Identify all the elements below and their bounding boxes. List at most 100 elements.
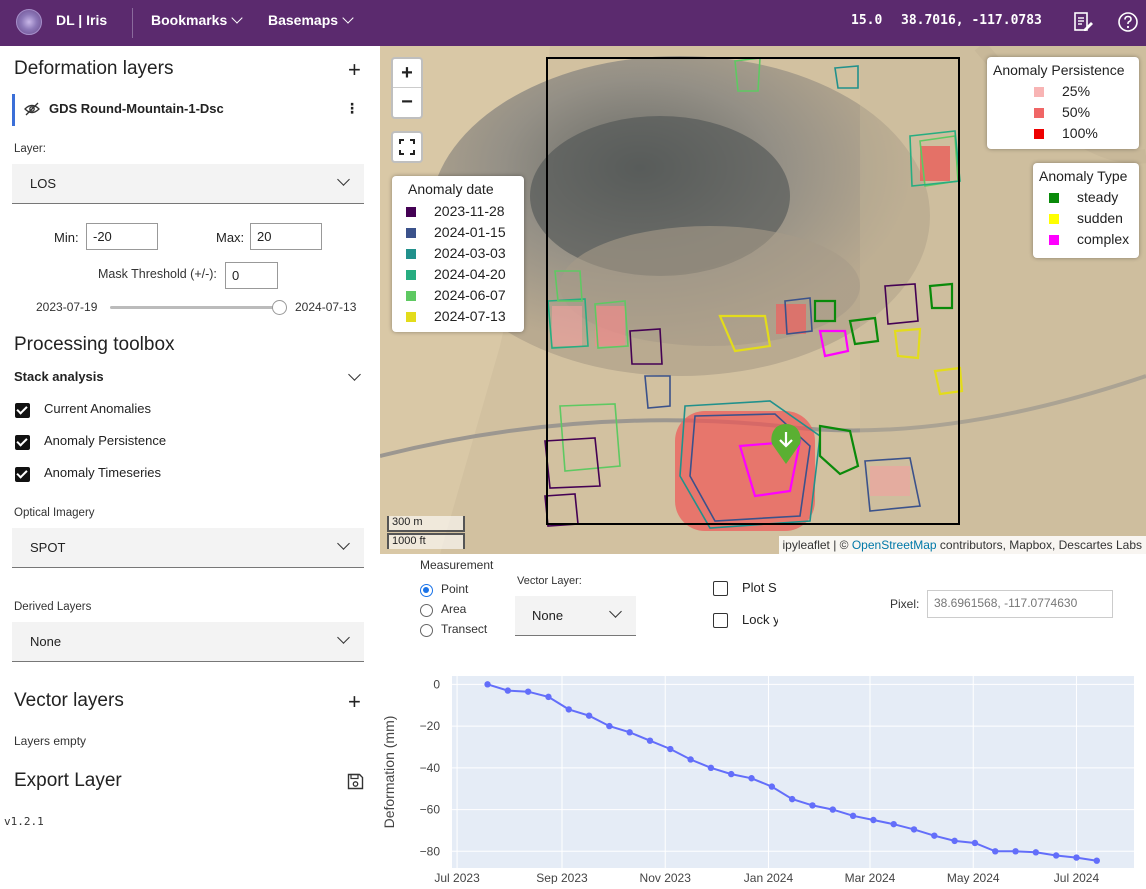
stack-analysis-label[interactable]: Stack analysis xyxy=(14,369,104,384)
data-point[interactable] xyxy=(1073,854,1080,861)
bookmarks-menu[interactable]: Bookmarks xyxy=(151,12,243,28)
app-logo xyxy=(16,9,42,35)
transect-radio[interactable] xyxy=(420,624,433,637)
map-view[interactable]: + − Anomaly date 2023-11-28 2024-01-15 2… xyxy=(380,46,1146,554)
vector-layer-select[interactable]: None xyxy=(515,596,636,636)
data-point[interactable] xyxy=(849,812,857,820)
plot-series-checkbox[interactable] xyxy=(713,581,728,596)
anomaly-persistence-checkbox[interactable] xyxy=(15,435,30,450)
basemaps-menu[interactable]: Basemaps xyxy=(268,12,354,28)
legend-entry: 25% xyxy=(1034,83,1090,99)
derived-layers-select[interactable]: None xyxy=(12,622,364,662)
fullscreen-button[interactable] xyxy=(391,131,423,163)
data-point[interactable] xyxy=(992,848,999,855)
pixel-coordinates-field[interactable]: 38.6961568, -117.0774630 xyxy=(927,590,1113,618)
legend-entry: 100% xyxy=(1034,125,1098,141)
zoom-in-button[interactable]: + xyxy=(393,59,421,88)
anomaly-timeseries-checkbox[interactable] xyxy=(15,467,30,482)
data-point[interactable] xyxy=(1052,852,1060,859)
layer-options-icon[interactable]: ⋮ xyxy=(345,101,359,115)
optical-imagery-value: SPOT xyxy=(30,540,66,555)
data-point[interactable] xyxy=(667,745,674,753)
max-input[interactable]: 20 xyxy=(250,223,322,250)
data-point[interactable] xyxy=(748,775,755,782)
optical-imagery-select[interactable]: SPOT xyxy=(12,528,364,568)
lock-y-checkbox[interactable] xyxy=(713,613,728,628)
legend-entry-label: 2024-07-13 xyxy=(434,308,506,324)
legend-entry-label: 2024-04-20 xyxy=(434,266,506,282)
visibility-off-icon[interactable] xyxy=(24,102,40,116)
scale-bar-imperial: 1000 ft xyxy=(387,533,465,549)
zoom-level: 15.0 xyxy=(851,13,883,28)
layer-select-value: LOS xyxy=(30,176,57,191)
vector-layers-title: Vector layers xyxy=(14,690,124,711)
layer-name[interactable]: GDS Round-Mountain-1-Dsc xyxy=(49,101,224,116)
legend-entry: 2024-06-07 xyxy=(406,287,506,303)
data-point[interactable] xyxy=(971,839,979,847)
app-brand: DL | Iris xyxy=(56,12,108,28)
data-point[interactable] xyxy=(545,693,552,701)
data-point[interactable] xyxy=(809,802,816,809)
version-label: v1.2.1 xyxy=(4,815,44,828)
data-point[interactable] xyxy=(910,826,918,833)
x-tick-label: Jul 2024 xyxy=(1054,871,1100,884)
area-radio[interactable] xyxy=(420,604,433,617)
data-point[interactable] xyxy=(646,737,654,744)
chevron-down-icon[interactable] xyxy=(348,368,361,381)
legend-entry: 2024-07-13 xyxy=(406,308,506,324)
data-point[interactable] xyxy=(524,688,532,695)
layer-label: Layer: xyxy=(14,143,46,155)
legend-entry-label: sudden xyxy=(1077,210,1123,226)
help-icon[interactable] xyxy=(1117,11,1139,33)
date-end-label: 2024-07-13 xyxy=(295,300,357,314)
add-vector-layer-icon[interactable]: + xyxy=(348,691,361,713)
active-layer-indicator xyxy=(12,94,15,126)
data-point[interactable] xyxy=(931,832,938,839)
date-slider-track[interactable] xyxy=(110,306,280,309)
data-point[interactable] xyxy=(687,756,694,763)
layer-select[interactable]: LOS xyxy=(12,164,364,204)
data-point[interactable] xyxy=(728,770,735,778)
data-point[interactable] xyxy=(626,729,633,736)
x-tick-label: May 2024 xyxy=(947,871,1000,884)
data-point[interactable] xyxy=(951,837,958,845)
legend-entry: 2024-03-03 xyxy=(406,245,506,261)
plot-area xyxy=(452,676,1134,868)
data-point[interactable] xyxy=(707,764,715,772)
mask-threshold-input[interactable]: 0 xyxy=(225,262,278,289)
date-slider-handle[interactable] xyxy=(272,300,287,315)
data-point[interactable] xyxy=(788,795,796,803)
osm-link[interactable]: OpenStreetMap xyxy=(852,538,937,552)
add-deformation-layer-icon[interactable]: + xyxy=(348,59,361,81)
processing-toolbox-title: Processing toolbox xyxy=(14,334,175,355)
edit-notes-icon[interactable] xyxy=(1072,11,1094,33)
data-point[interactable] xyxy=(890,820,897,828)
min-input[interactable]: -20 xyxy=(86,223,158,250)
x-tick-label: Sep 2023 xyxy=(536,871,588,884)
optical-imagery-label: Optical Imagery xyxy=(14,507,95,519)
data-point[interactable] xyxy=(1032,849,1040,856)
anomaly-type-legend: Anomaly Type steady sudden complex xyxy=(1033,163,1139,258)
data-point[interactable] xyxy=(504,687,512,694)
data-point[interactable] xyxy=(768,783,776,790)
legend-entry-label: 2024-06-07 xyxy=(434,287,506,303)
basemaps-menu-label: Basemaps xyxy=(268,12,339,28)
point-radio[interactable] xyxy=(420,584,433,597)
deformation-layers-title: Deformation layers xyxy=(14,58,174,79)
chevron-down-icon xyxy=(609,605,622,618)
data-point[interactable] xyxy=(1093,857,1100,864)
data-point[interactable] xyxy=(484,681,491,688)
derived-layers-value: None xyxy=(30,634,62,649)
data-point[interactable] xyxy=(1012,848,1019,855)
area-radio-label: Area xyxy=(441,602,467,616)
save-icon[interactable] xyxy=(347,773,364,790)
data-point[interactable] xyxy=(829,806,836,813)
current-anomalies-checkbox[interactable] xyxy=(15,403,30,418)
data-point[interactable] xyxy=(585,712,593,719)
data-point[interactable] xyxy=(606,722,613,730)
data-point[interactable] xyxy=(870,816,877,824)
data-point[interactable] xyxy=(565,706,572,713)
zoom-out-button[interactable]: − xyxy=(393,88,421,117)
x-tick-label: Nov 2023 xyxy=(640,871,692,884)
scale-bar-metric: 300 m xyxy=(387,516,465,532)
